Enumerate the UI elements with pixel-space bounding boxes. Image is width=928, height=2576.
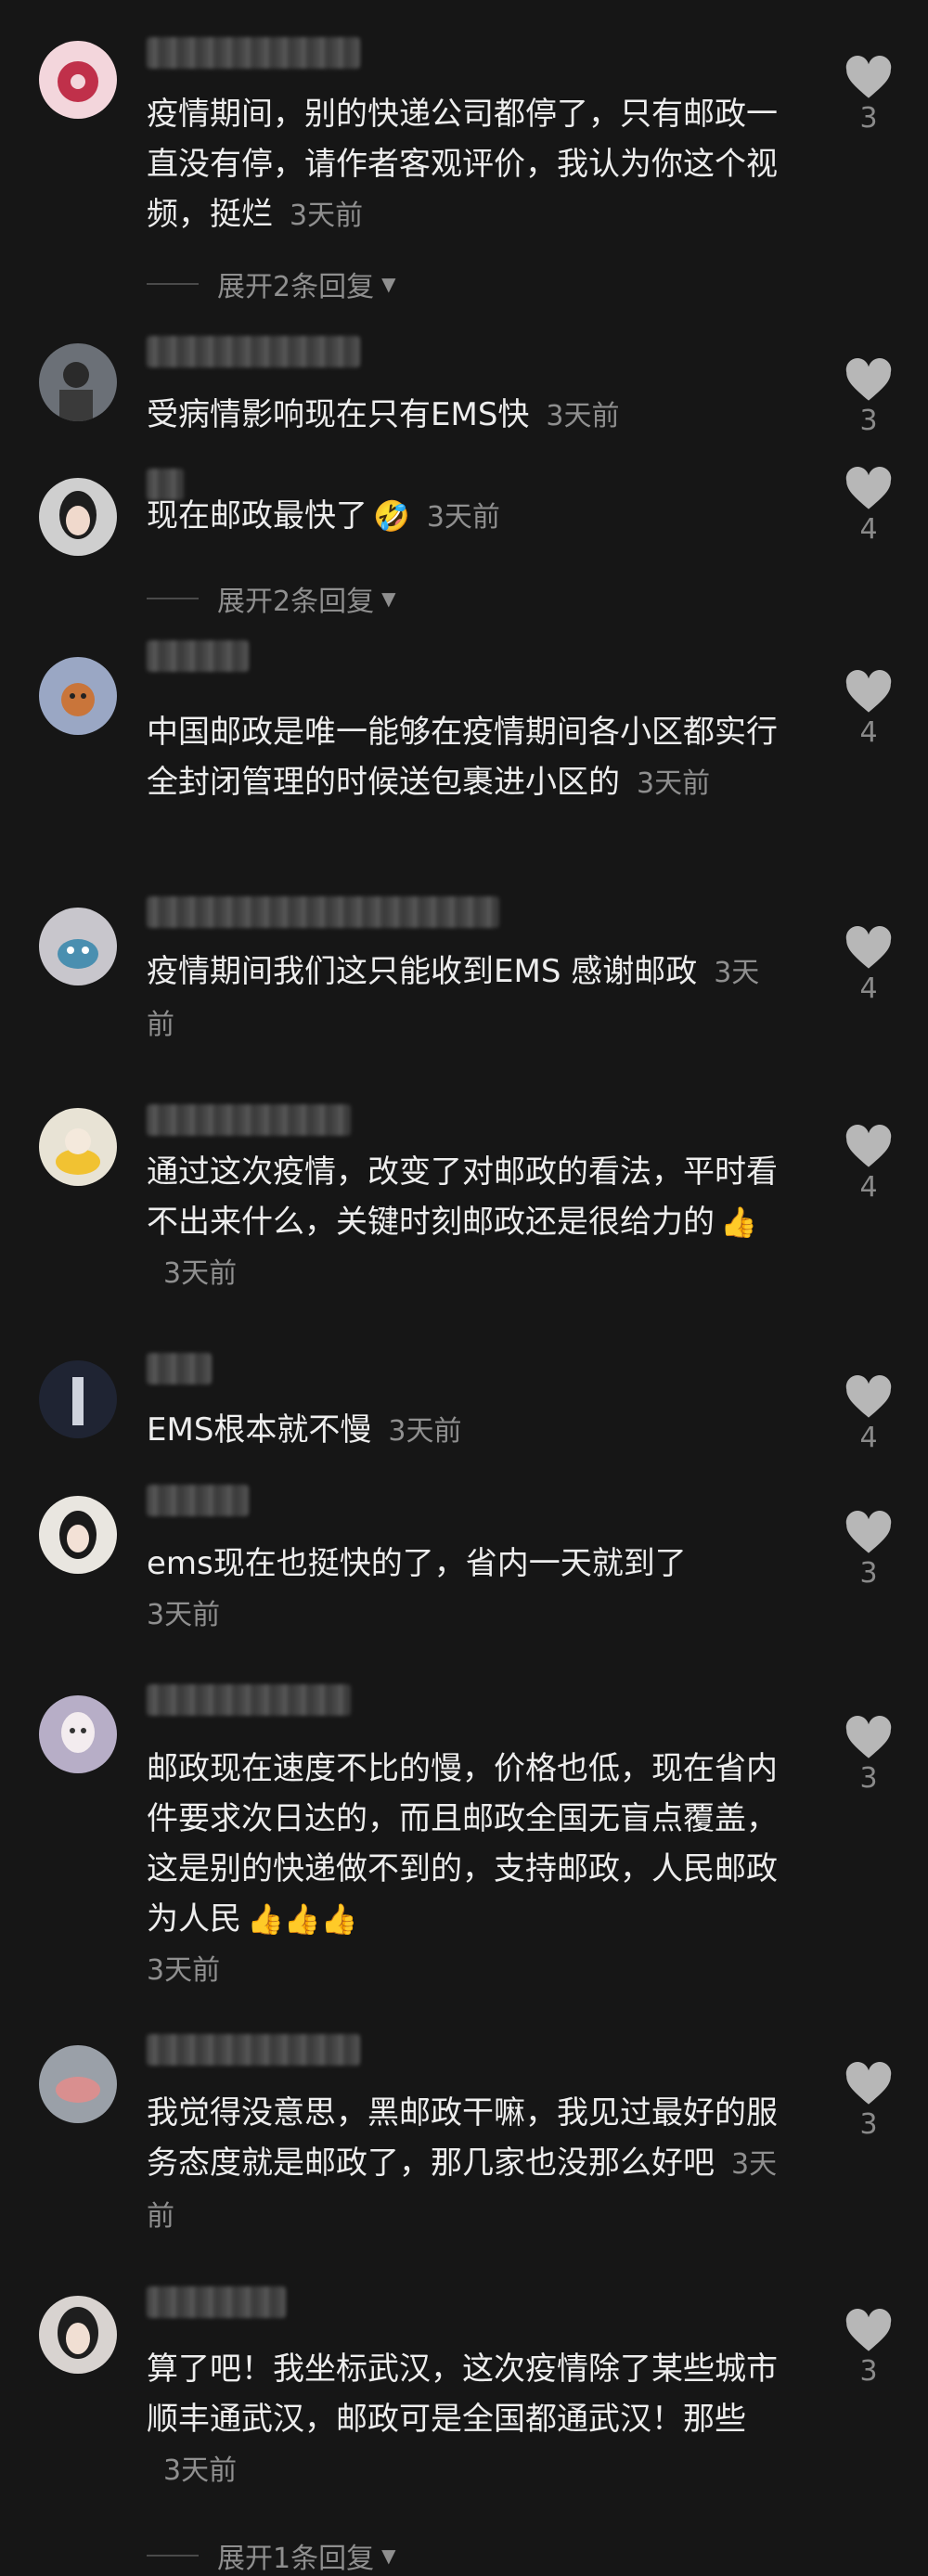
like-button[interactable]: 3 [841, 1716, 896, 1797]
like-button[interactable]: 4 [841, 926, 896, 1008]
like-button[interactable]: 3 [841, 1511, 896, 1592]
avatar[interactable] [39, 41, 117, 119]
heart-icon [845, 2062, 892, 2105]
comment-time: 3天前 [147, 1954, 221, 1987]
like-button[interactable]: 3 [841, 2309, 896, 2390]
like-count: 3 [859, 405, 878, 437]
comment-text: ems现在也挺快的了，省内一天就到了 3天前 [147, 1545, 687, 1631]
comment-text: 算了吧！我坐标武汉，这次疫情除了某些城市顺丰通武汉，邮政可是全国都通武汉！那些3… [147, 2351, 778, 2487]
username-blurred[interactable] [147, 37, 360, 69]
like-button[interactable]: 4 [841, 1125, 896, 1206]
like-count: 4 [859, 513, 878, 546]
like-count: 3 [859, 1557, 878, 1590]
comment-time: 3天前 [290, 200, 364, 232]
like-count: 4 [859, 972, 878, 1005]
expand-replies-button[interactable]: 展开2条回复 ▼ [147, 578, 395, 619]
username-blurred[interactable] [147, 896, 499, 928]
like-button[interactable]: 4 [841, 467, 896, 548]
comment-text: 通过这次疫情，改变了对邮政的看法，平时看不出来什么，关键时刻邮政还是很给力的 👍3… [147, 1153, 778, 1290]
avatar[interactable] [39, 1360, 117, 1438]
like-button[interactable]: 3 [841, 56, 896, 137]
comment-text: 中国邮政是唯一能够在疫情期间各小区都实行全封闭管理的时候送包裹进小区的 3天前 [147, 714, 778, 801]
triangle-down-icon: ▼ [381, 587, 396, 610]
username-blurred[interactable] [147, 336, 360, 367]
avatar[interactable] [39, 478, 117, 556]
like-button[interactable]: 4 [841, 1375, 896, 1457]
expand-replies-button[interactable]: 展开1条回复 ▼ [147, 2535, 395, 2576]
comment-time: 3天前 [546, 400, 620, 432]
comment-time: 3天前 [637, 767, 711, 800]
like-button[interactable]: 4 [841, 670, 896, 752]
triangle-down-icon: ▼ [381, 273, 396, 295]
heart-icon [845, 1125, 892, 1167]
avatar[interactable] [39, 908, 117, 985]
avatar[interactable] [39, 1108, 117, 1186]
heart-icon [845, 1375, 892, 1418]
like-count: 3 [859, 1762, 878, 1795]
avatar[interactable] [39, 343, 117, 421]
heart-icon [845, 926, 892, 969]
triangle-down-icon: ▼ [381, 2544, 396, 2567]
comment-text: 疫情期间，别的快递公司都停了，只有邮政一直没有停，请作者客观评价，我认为你这个视… [147, 96, 778, 233]
thumbs-up-emoji: 👍 [720, 1204, 757, 1240]
username-blurred[interactable] [147, 1104, 351, 1136]
comment-text: 受病情影响现在只有EMS快 3天前 [147, 396, 620, 433]
username-blurred[interactable] [147, 640, 249, 672]
heart-icon [845, 2309, 892, 2351]
laughing-emoji: 🤣 [373, 498, 410, 534]
avatar[interactable] [39, 1496, 117, 1574]
comment-text: 疫情期间我们这只能收到EMS 感谢邮政 3天前 [147, 953, 760, 1041]
username-blurred[interactable] [147, 2034, 360, 2066]
like-count: 4 [859, 716, 878, 749]
avatar[interactable] [39, 2296, 117, 2374]
comment-time: 3天前 [163, 2454, 238, 2487]
like-count: 3 [859, 2108, 878, 2141]
heart-icon [845, 358, 892, 401]
comment-time: 3天前 [163, 1257, 238, 1290]
comment-time: 3天前 [147, 1599, 221, 1631]
username-blurred[interactable] [147, 1684, 351, 1716]
username-blurred[interactable] [147, 1485, 249, 1516]
username-blurred[interactable] [147, 1353, 212, 1385]
username-blurred[interactable] [147, 2286, 286, 2318]
thumbs-up-emoji: 👍👍👍 [247, 1901, 358, 1937]
heart-icon [845, 670, 892, 713]
comment-time: 3天前 [426, 501, 500, 534]
avatar[interactable] [39, 2045, 117, 2123]
comment-time: 3天前 [388, 1415, 462, 1448]
like-count: 4 [859, 1422, 878, 1454]
like-count: 3 [859, 2355, 878, 2388]
heart-icon [845, 467, 892, 509]
heart-icon [845, 1511, 892, 1553]
like-count: 4 [859, 1171, 878, 1204]
comment-text: 邮政现在速度不比的慢，价格也低，现在省内件要求次日达的，而且邮政全国无盲点覆盖，… [147, 1750, 778, 1987]
like-button[interactable]: 3 [841, 358, 896, 440]
heart-icon [845, 1716, 892, 1758]
like-count: 3 [859, 102, 878, 135]
avatar[interactable] [39, 1695, 117, 1773]
avatar[interactable] [39, 657, 117, 735]
expand-replies-button[interactable]: 展开2条回复 ▼ [147, 264, 395, 304]
heart-icon [845, 56, 892, 98]
comment-text: 我觉得没意思，黑邮政干嘛，我见过最好的服务态度就是邮政了，那几家也没那么好吧 3天… [147, 2094, 778, 2233]
like-button[interactable]: 3 [841, 2062, 896, 2144]
comment-text: 现在邮政最快了 🤣 3天前 [147, 491, 778, 543]
comment-text: EMS根本就不慢 3天前 [147, 1411, 462, 1449]
